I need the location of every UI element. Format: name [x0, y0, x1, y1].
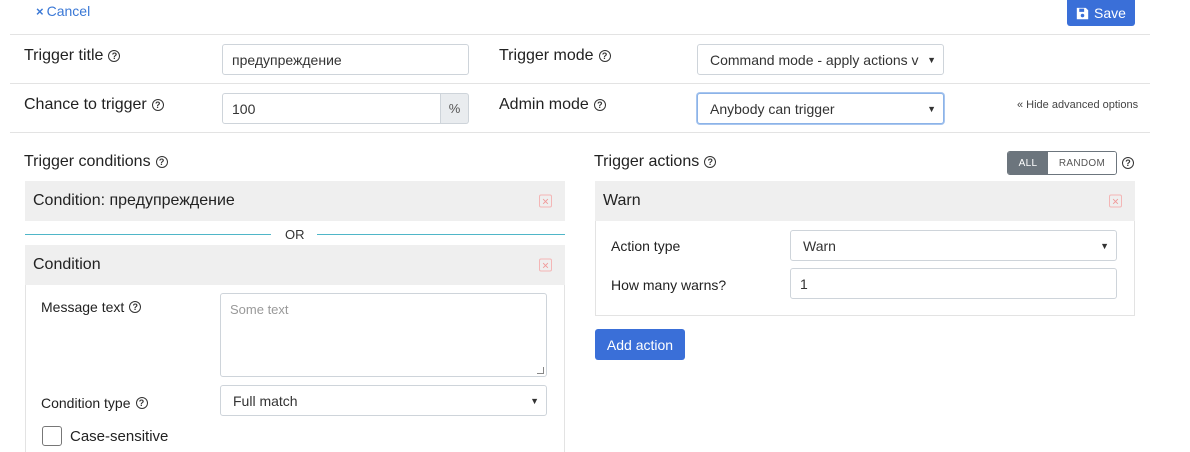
- question-circle-icon[interactable]: ?: [135, 397, 148, 409]
- top-divider: [10, 34, 1150, 35]
- percent-addon: %: [441, 93, 469, 124]
- action-card-header[interactable]: Warn ×: [595, 181, 1135, 221]
- toggle-random[interactable]: RANDOM: [1048, 152, 1116, 174]
- caret-down-icon: ▼: [927, 54, 936, 65]
- cancel-link[interactable]: × Cancel: [36, 3, 90, 19]
- question-circle-icon[interactable]: ?: [108, 50, 121, 62]
- hide-advanced-link[interactable]: « Hide advanced options: [1017, 99, 1138, 111]
- row-divider: [10, 83, 1150, 84]
- message-text-label: Message text ?: [41, 299, 142, 315]
- or-line-right: [317, 234, 565, 235]
- admin-mode-select[interactable]: Anybody can trigger ▼: [697, 93, 944, 124]
- trigger-mode-label: Trigger mode ?: [499, 47, 611, 65]
- chance-label: Chance to trigger ?: [24, 96, 164, 114]
- trigger-mode-select[interactable]: Command mode - apply actions v ▼: [697, 44, 944, 75]
- or-separator: OR: [285, 227, 305, 242]
- caret-down-icon: ▼: [927, 103, 936, 114]
- caret-down-icon: ▼: [1100, 240, 1109, 251]
- case-sensitive-checkbox[interactable]: [42, 426, 62, 446]
- action-mode-toggle: ALL RANDOM: [1007, 151, 1117, 175]
- toggle-all[interactable]: ALL: [1008, 152, 1048, 174]
- or-line-left: [25, 234, 271, 235]
- condition-card-title: Condition: [33, 256, 101, 273]
- question-circle-icon[interactable]: ?: [155, 156, 168, 168]
- warns-count-input[interactable]: 1: [790, 268, 1117, 299]
- message-text-textarea[interactable]: Some text: [220, 293, 547, 377]
- trigger-conditions-heading: Trigger conditions ?: [24, 153, 168, 171]
- close-icon: ×: [36, 3, 44, 19]
- condition-card-collapsed[interactable]: Condition: предупреждение ×: [25, 181, 565, 221]
- delete-x-icon[interactable]: ×: [539, 258, 552, 272]
- action-card-title: Warn: [603, 192, 641, 209]
- condition-type-label: Condition type ?: [41, 395, 148, 411]
- trigger-title-label: Trigger title ?: [24, 47, 121, 65]
- delete-x-icon[interactable]: ×: [1109, 194, 1122, 208]
- save-label: Save: [1094, 5, 1126, 21]
- chance-input[interactable]: 100: [222, 93, 441, 124]
- admin-mode-label: Admin mode ?: [499, 96, 606, 114]
- floppy-disk-icon: [1076, 7, 1089, 19]
- save-button[interactable]: Save: [1067, 0, 1135, 26]
- question-circle-icon[interactable]: ?: [598, 50, 611, 62]
- case-sensitive-label: Case-sensitive: [70, 428, 169, 445]
- trigger-title-input[interactable]: предупреждение: [222, 44, 469, 75]
- delete-x-icon[interactable]: ×: [539, 194, 552, 208]
- condition-card-title: Condition: предупреждение: [33, 192, 235, 209]
- question-circle-icon[interactable]: ?: [704, 156, 717, 168]
- warns-count-label: How many warns?: [611, 277, 727, 293]
- question-circle-icon[interactable]: ?: [129, 301, 142, 313]
- add-action-button[interactable]: Add action: [595, 329, 685, 360]
- question-circle-icon[interactable]: ?: [593, 99, 606, 111]
- question-circle-icon[interactable]: ?: [1122, 157, 1134, 169]
- condition-card-open[interactable]: Condition ×: [25, 245, 565, 285]
- section-divider: [10, 132, 1150, 133]
- action-type-label: Action type: [611, 238, 681, 254]
- trigger-actions-heading: Trigger actions ?: [594, 153, 717, 171]
- condition-type-select[interactable]: Full match ▼: [220, 385, 547, 416]
- question-circle-icon[interactable]: ?: [151, 99, 164, 111]
- resize-handle[interactable]: [537, 367, 544, 374]
- cancel-label: Cancel: [46, 3, 91, 19]
- caret-down-icon: ▼: [530, 395, 539, 406]
- action-type-select[interactable]: Warn ▼: [790, 230, 1117, 261]
